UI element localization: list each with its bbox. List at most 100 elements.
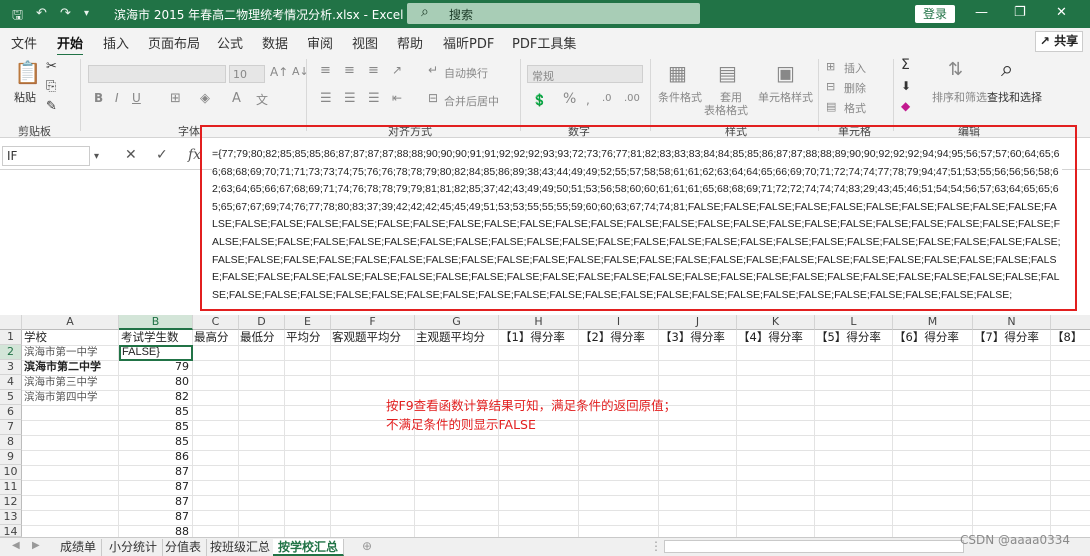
row-header[interactable]: 7	[0, 420, 22, 435]
save-icon[interactable]: 🖫	[12, 6, 23, 28]
cond-format-icon[interactable]: ▦	[668, 61, 687, 85]
header-cell-rate-1[interactable]: 【1】得分率	[500, 330, 578, 345]
name-box[interactable]: IF	[2, 146, 90, 166]
header-cell-rate-8[interactable]: 【8】	[1052, 330, 1090, 345]
header-cell-rate-7[interactable]: 【7】得分率	[974, 330, 1050, 345]
column-header-k[interactable]: K	[737, 315, 815, 330]
bold-icon[interactable]: B	[94, 91, 103, 105]
autosum-icon[interactable]: Σ	[901, 57, 910, 73]
table-format-label-2[interactable]: 表格格式	[704, 102, 748, 118]
format-cells-label[interactable]: 格式	[844, 100, 866, 116]
sheet-tab-score-table[interactable]: 分值表	[160, 539, 208, 556]
align-left-icon[interactable]: ☰	[320, 91, 332, 106]
cond-format-label[interactable]: 条件格式	[658, 89, 702, 105]
phonetic-icon[interactable]: 文	[256, 91, 268, 108]
tab-insert[interactable]: 插入	[103, 33, 129, 52]
column-header-m[interactable]: M	[893, 315, 973, 330]
row-header[interactable]: 1	[0, 330, 22, 345]
value-cell[interactable]: 80	[119, 375, 192, 390]
column-header-i[interactable]: I	[579, 315, 659, 330]
row-header[interactable]: 4	[0, 375, 22, 390]
paste-icon[interactable]: 📋	[14, 61, 41, 86]
row-header[interactable]: 13	[0, 510, 22, 525]
customize-icon[interactable]: ▾	[84, 8, 89, 19]
value-cell[interactable]: 88	[119, 525, 192, 537]
tab-formulas[interactable]: 公式	[217, 33, 243, 52]
copy-icon[interactable]: ⎘	[46, 79, 56, 94]
increase-decimal-icon[interactable]: .0	[602, 93, 612, 104]
column-header-j[interactable]: J	[659, 315, 737, 330]
more-options-icon[interactable]: ⋮	[650, 539, 662, 553]
currency-icon[interactable]: 💲	[532, 93, 547, 107]
fill-color-icon[interactable]: ◈	[200, 91, 210, 106]
align-center-icon[interactable]: ☰	[344, 91, 356, 106]
column-header-c[interactable]: C	[193, 315, 239, 330]
fill-icon[interactable]: ⬇	[901, 79, 911, 93]
find-icon[interactable]: ⌕	[1001, 57, 1013, 82]
undo-icon[interactable]: ↶	[36, 6, 47, 21]
sort-filter-icon[interactable]: ⇅	[948, 59, 963, 80]
insert-function-icon[interactable]: fx	[188, 147, 201, 163]
value-cell[interactable]: 87	[119, 465, 192, 480]
add-sheet-icon[interactable]: ⊕	[362, 539, 372, 553]
sheet-tab-sub-stats[interactable]: 小分统计	[104, 539, 164, 556]
font-color-icon[interactable]: A	[232, 91, 241, 106]
tab-help[interactable]: 帮助	[397, 33, 423, 52]
prev-sheet-icon[interactable]: ◀	[12, 540, 20, 551]
value-cell[interactable]: 87	[119, 495, 192, 510]
formula-input[interactable]: ={77;79;80;82;85;85;85;86;87;87;87;87;88…	[212, 146, 1062, 304]
tab-view[interactable]: 视图	[352, 33, 378, 52]
column-header-n[interactable]: N	[973, 315, 1051, 330]
sort-filter-label[interactable]: 排序和筛选	[932, 89, 987, 105]
insert-cells-icon[interactable]: ⊞	[826, 60, 835, 73]
header-cell-subjective-avg[interactable]: 主观题平均分	[416, 330, 498, 345]
header-cell-school[interactable]: 学校	[24, 330, 118, 345]
row-header[interactable]: 3	[0, 360, 22, 375]
row-header[interactable]: 11	[0, 480, 22, 495]
table-format-icon[interactable]: ▤	[718, 61, 737, 85]
row-header[interactable]: 12	[0, 495, 22, 510]
confirm-icon[interactable]: ✓	[156, 147, 168, 163]
value-cell[interactable]: 85	[119, 405, 192, 420]
school-cell[interactable]: 滨海市第三中学	[24, 375, 118, 390]
school-cell[interactable]: 滨海市第二中学	[24, 360, 118, 375]
close-icon[interactable]: ✕	[1056, 5, 1067, 20]
font-name-select[interactable]	[88, 65, 226, 83]
find-select-label[interactable]: 查找和选择	[987, 89, 1042, 105]
format-painter-icon[interactable]: ✎	[46, 99, 57, 114]
paste-label[interactable]: 粘贴	[14, 89, 36, 105]
row-header[interactable]: 14	[0, 525, 22, 538]
row-header[interactable]: 6	[0, 405, 22, 420]
login-button[interactable]: 登录	[915, 5, 955, 23]
value-cell[interactable]: 82	[119, 390, 192, 405]
align-top-icon[interactable]: ≡	[320, 63, 331, 78]
header-cell-student-count[interactable]: 考试学生数	[121, 330, 192, 345]
font-size-select[interactable]: 10	[229, 65, 265, 83]
share-button[interactable]: ↗ 共享	[1035, 31, 1083, 52]
school-cell[interactable]: 滨海市第一中学	[24, 345, 118, 360]
header-cell-rate-6[interactable]: 【6】得分率	[894, 330, 972, 345]
header-cell-avg[interactable]: 平均分	[286, 330, 330, 345]
tab-page-layout[interactable]: 页面布局	[148, 33, 200, 52]
name-box-dropdown-icon[interactable]: ▾	[94, 151, 99, 162]
header-cell-min[interactable]: 最低分	[240, 330, 284, 345]
tab-data[interactable]: 数据	[262, 33, 288, 52]
sheet-tab-grades[interactable]: 成绩单	[55, 539, 103, 556]
tab-review[interactable]: 审阅	[307, 33, 333, 52]
column-header-f[interactable]: F	[331, 315, 415, 330]
cell-style-icon[interactable]: ▣	[776, 61, 795, 85]
clear-icon[interactable]: ◆	[901, 99, 910, 113]
header-cell-rate-2[interactable]: 【2】得分率	[580, 330, 658, 345]
row-header[interactable]: 2	[0, 345, 22, 360]
tab-pdf-tools[interactable]: PDF工具集	[512, 33, 576, 52]
italic-icon[interactable]: I	[115, 91, 119, 105]
header-cell-rate-4[interactable]: 【4】得分率	[738, 330, 814, 345]
row-header[interactable]: 5	[0, 390, 22, 405]
column-header-h[interactable]: H	[499, 315, 579, 330]
row-header[interactable]: 10	[0, 465, 22, 480]
value-cell[interactable]: 86	[119, 450, 192, 465]
column-header-l[interactable]: L	[815, 315, 893, 330]
insert-cells-label[interactable]: 插入	[844, 60, 866, 76]
tab-foxit-pdf[interactable]: 福昕PDF	[443, 33, 494, 52]
delete-cells-icon[interactable]: ⊟	[826, 80, 835, 93]
